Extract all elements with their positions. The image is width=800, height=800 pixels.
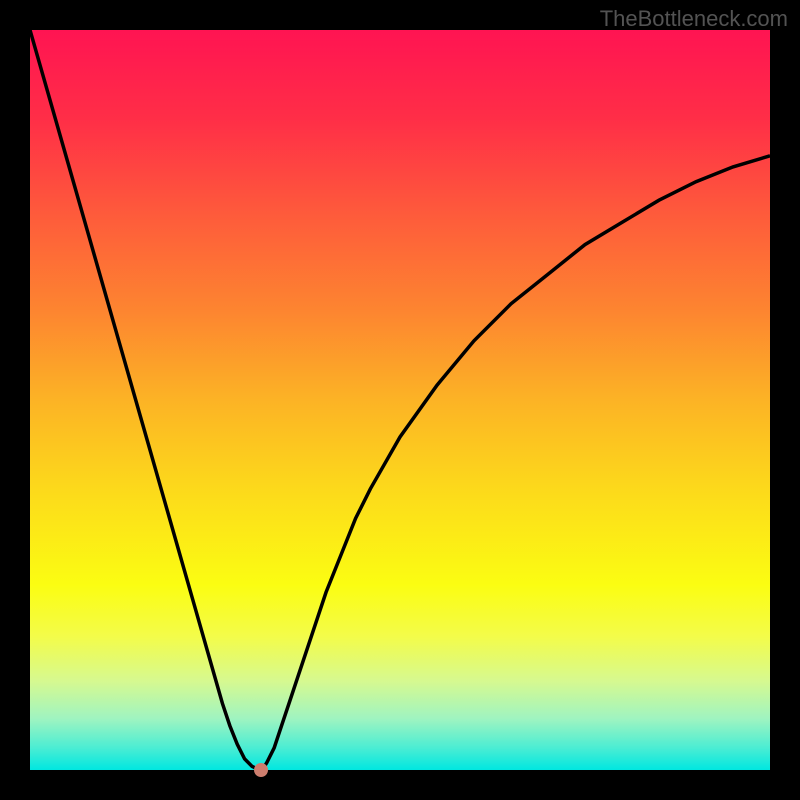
curve-line: [30, 30, 770, 770]
bottleneck-chart: [30, 30, 770, 770]
minimum-point-marker: [254, 763, 268, 777]
watermark-text: TheBottleneck.com: [600, 6, 788, 32]
